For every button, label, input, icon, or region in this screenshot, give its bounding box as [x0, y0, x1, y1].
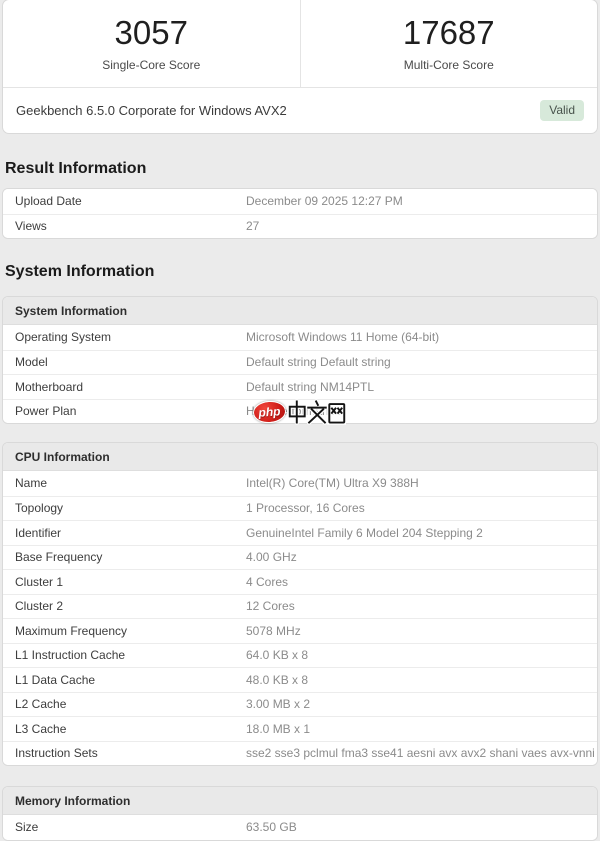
row-value: 3.00 MB x 2 [246, 697, 311, 712]
table-row: Instruction Sets sse2 sse3 pclmul fma3 ss… [3, 740, 597, 765]
row-label: Operating System [15, 330, 112, 345]
single-core-score-value: 3057 [114, 13, 188, 51]
multi-core-score-cell: 17687 Multi-Core Score [299, 0, 598, 87]
row-label: Power Plan [15, 404, 77, 419]
table-row: Cluster 2 12 Cores [3, 593, 597, 618]
cpu-information-card: CPU Information Name Intel(R) Core(TM) Ul… [2, 442, 598, 766]
row-value: Default string Default string [246, 355, 391, 370]
row-value: High performance [246, 404, 342, 419]
row-label: Upload Date [15, 194, 82, 209]
result-information-table: Upload Date December 09 2025 12:27 PM View… [3, 189, 597, 238]
table-row: Identifier GenuineIntel Family 6 Model 20… [3, 520, 597, 545]
row-label: Views [15, 219, 47, 234]
row-label: Identifier [15, 525, 62, 540]
system-information-table: Operating System Microsoft Windows 11 Hom… [3, 325, 597, 423]
table-row: Operating System Microsoft Windows 11 Hom… [3, 325, 597, 350]
memory-information-card: Memory Information Size 63.50 GB [2, 786, 598, 841]
row-label: Cluster 1 [15, 574, 64, 589]
geekbench-result-page: 3057 Single-Core Score 17687 Multi-Core … [0, 0, 600, 841]
single-core-score-label: Single-Core Score [102, 57, 201, 72]
table-row: Views 27 [3, 213, 597, 238]
row-label: L1 Data Cache [15, 672, 96, 687]
row-value: 27 [246, 219, 260, 234]
row-label: L3 Cache [15, 721, 67, 736]
row-value: December 09 2025 12:27 PM [246, 194, 403, 209]
table-row: L1 Instruction Cache 64.0 KB x 8 [3, 642, 597, 667]
memory-information-table: Size 63.50 GB [3, 815, 597, 840]
row-value: 48.0 KB x 8 [246, 672, 309, 687]
row-label: Motherboard [15, 379, 84, 394]
table-row: Power Plan High performance [3, 398, 597, 423]
table-row: L1 Data Cache 48.0 KB x 8 [3, 667, 597, 692]
cpu-information-card-title: CPU Information [3, 443, 597, 471]
result-information-card: Upload Date December 09 2025 12:27 PM View… [2, 188, 598, 239]
system-information-heading: System Information [5, 263, 155, 280]
multi-core-score-label: Multi-Core Score [403, 57, 494, 72]
row-label: Model [15, 355, 48, 370]
row-label: L1 Instruction Cache [15, 648, 126, 663]
table-row: Upload Date December 09 2025 12:27 PM [3, 189, 597, 214]
row-value: 4.00 GHz [246, 550, 297, 565]
valid-status-badge: Valid [540, 99, 584, 122]
row-value: 12 Cores [246, 599, 295, 614]
multi-core-score-value: 17687 [402, 13, 495, 51]
row-value: 5078 MHz [246, 623, 301, 638]
score-summary-card: 3057 Single-Core Score 17687 Multi-Core … [2, 0, 598, 134]
row-label: Size [15, 820, 39, 835]
table-row: Topology 1 Processor, 16 Cores [3, 495, 597, 520]
row-label: Cluster 2 [15, 599, 64, 614]
score-row: 3057 Single-Core Score 17687 Multi-Core … [3, 0, 597, 88]
row-value: Default string NM14PTL [246, 379, 375, 394]
row-value: 1 Processor, 16 Cores [246, 501, 365, 516]
row-label: Instruction Sets [15, 746, 98, 761]
version-text: Geekbench 6.5.0 Corporate for Windows AV… [16, 103, 287, 118]
row-value: 18.0 MB x 1 [246, 721, 311, 736]
table-row: Model Default string Default string [3, 349, 597, 374]
row-value: 64.0 KB x 8 [246, 648, 309, 663]
system-information-card-title: System Information [3, 297, 597, 325]
table-row: Name Intel(R) Core(TM) Ultra X9 388H [3, 471, 597, 496]
row-value: sse2 sse3 pclmul fma3 sse41 aesni avx av… [246, 746, 595, 761]
table-row: Base Frequency 4.00 GHz [3, 544, 597, 569]
table-row: Maximum Frequency 5078 MHz [3, 618, 597, 643]
memory-information-card-title: Memory Information [3, 787, 597, 815]
row-label: Topology [15, 501, 64, 516]
row-label: Base Frequency [15, 550, 103, 565]
system-information-card: System Information Operating System Micro… [2, 296, 598, 424]
single-core-score-cell: 3057 Single-Core Score [3, 0, 300, 87]
row-value: 4 Cores [246, 574, 289, 589]
row-value: Microsoft Windows 11 Home (64-bit) [246, 330, 440, 345]
table-row: Size 63.50 GB [3, 815, 597, 840]
table-row: Cluster 1 4 Cores [3, 569, 597, 594]
row-label: L2 Cache [15, 697, 67, 712]
table-row: Motherboard Default string NM14PTL [3, 374, 597, 399]
row-value: GenuineIntel Family 6 Model 204 Stepping… [246, 525, 483, 540]
row-label: Name [15, 476, 48, 491]
row-label: Maximum Frequency [15, 623, 128, 638]
row-value: 63.50 GB [246, 820, 297, 835]
cpu-information-table: Name Intel(R) Core(TM) Ultra X9 388H Topol… [3, 471, 597, 765]
version-bar: Geekbench 6.5.0 Corporate for Windows AV… [3, 88, 597, 133]
row-value: Intel(R) Core(TM) Ultra X9 388H [246, 476, 419, 491]
table-row: L3 Cache 18.0 MB x 1 [3, 716, 597, 741]
result-information-heading: Result Information [5, 160, 147, 177]
table-row: L2 Cache 3.00 MB x 2 [3, 691, 597, 716]
